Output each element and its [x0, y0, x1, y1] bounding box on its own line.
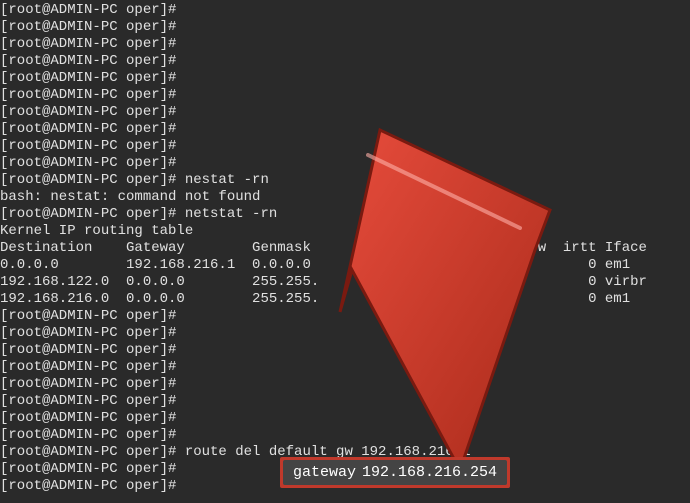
terminal-line: [root@ADMIN-PC oper]# [0, 325, 690, 342]
terminal-output[interactable]: [root@ADMIN-PC oper]# [root@ADMIN-PC ope… [0, 2, 690, 495]
routing-table-row: 192.168.122.0 0.0.0.0 255.255. 0 0 virbr [0, 274, 690, 291]
terminal-line: [root@ADMIN-PC oper]# [0, 410, 690, 427]
terminal-line: [root@ADMIN-PC oper]# [0, 376, 690, 393]
routing-table-row: 192.168.216.0 0.0.0.0 255.255. 0 em1 [0, 291, 690, 308]
terminal-line: [root@ADMIN-PC oper]# [0, 342, 690, 359]
terminal-line: [root@ADMIN-PC oper]# netstat -rn [0, 206, 690, 223]
terminal-line: [root@ADMIN-PC oper]# [0, 36, 690, 53]
routing-table-row: 0.0.0.0 192.168.216.1 0.0.0.0 0 0 0 em1 [0, 257, 690, 274]
terminal-line: [root@ADMIN-PC oper]# [0, 121, 690, 138]
terminal-line: [root@ADMIN-PC oper]# [0, 70, 690, 87]
terminal-line: [root@ADMIN-PC oper]# [0, 393, 690, 410]
terminal-line: [root@ADMIN-PC oper]# [0, 104, 690, 121]
callout-label: gateway [293, 464, 356, 481]
callout-value: 192.168.216.254 [362, 464, 497, 481]
terminal-line: [root@ADMIN-PC oper]# nestat -rn [0, 172, 690, 189]
terminal-line: bash: nestat: command not found [0, 189, 690, 206]
gateway-callout: gateway 192.168.216.254 [280, 457, 510, 488]
terminal-line: [root@ADMIN-PC oper]# [0, 138, 690, 155]
terminal-line: [root@ADMIN-PC oper]# [0, 308, 690, 325]
terminal-line: [root@ADMIN-PC oper]# [0, 427, 690, 444]
terminal-line: Kernel IP routing table [0, 223, 690, 240]
terminal-line: [root@ADMIN-PC oper]# [0, 2, 690, 19]
terminal-line: [root@ADMIN-PC oper]# [0, 87, 690, 104]
terminal-line: [root@ADMIN-PC oper]# [0, 359, 690, 376]
routing-table-header: Destination Gateway Genmask MSS Window i… [0, 240, 690, 257]
terminal-line: [root@ADMIN-PC oper]# [0, 53, 690, 70]
terminal-line: [root@ADMIN-PC oper]# [0, 155, 690, 172]
terminal-line: [root@ADMIN-PC oper]# [0, 19, 690, 36]
